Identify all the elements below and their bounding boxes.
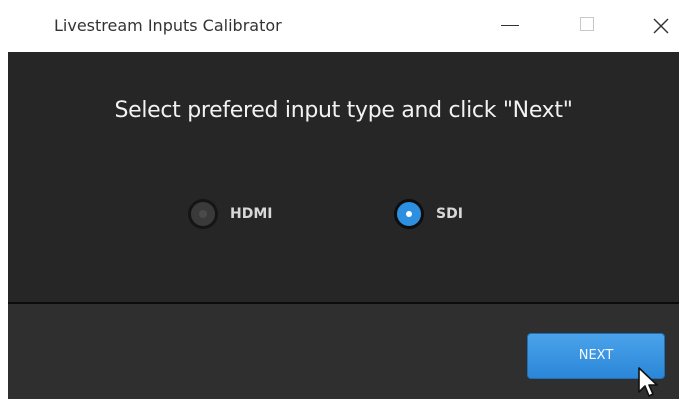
footer-panel: NEXT	[8, 304, 679, 399]
minimize-button[interactable]	[488, 8, 532, 42]
mouse-pointer-icon	[638, 367, 658, 397]
radio-label-hdmi: HDMI	[230, 206, 273, 222]
minimize-icon	[501, 25, 519, 26]
radio-option-hdmi[interactable]: HDMI	[188, 198, 272, 230]
radio-button-hdmi[interactable]	[188, 199, 218, 229]
input-selection-panel: Select prefered input type and click "Ne…	[8, 52, 679, 302]
radio-label-sdi: SDI	[436, 206, 463, 222]
close-button[interactable]	[640, 8, 684, 42]
instruction-text: Select prefered input type and click "Ne…	[114, 98, 573, 123]
maximize-button[interactable]	[566, 8, 610, 42]
close-icon	[653, 18, 669, 34]
title-bar: Livestream Inputs Calibrator	[0, 0, 684, 52]
window-title: Livestream Inputs Calibrator	[54, 16, 282, 35]
radio-button-sdi[interactable]	[394, 199, 424, 229]
maximize-icon	[580, 17, 594, 31]
radio-option-sdi[interactable]: SDI	[394, 198, 463, 230]
calibrator-window: Livestream Inputs Calibrator Select pref…	[0, 0, 684, 403]
